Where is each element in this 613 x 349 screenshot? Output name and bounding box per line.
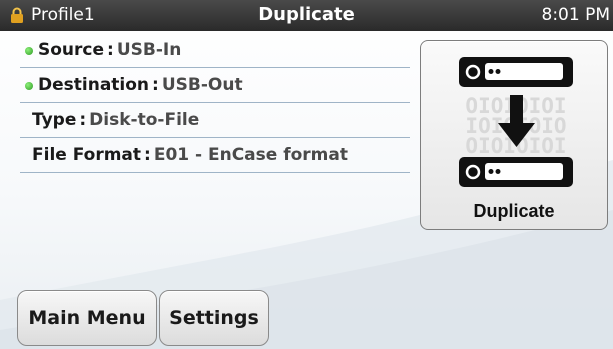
status-ok-icon (25, 82, 33, 90)
file-format-value: E01 - EnCase format (153, 145, 348, 165)
status-ok-icon (25, 47, 33, 55)
type-row: Type: Disk-to-File (20, 104, 410, 138)
type-value: Disk-to-File (89, 110, 200, 130)
type-separator: : (79, 110, 87, 130)
screen-title: Duplicate (258, 4, 355, 25)
file-format-label: File Format (32, 145, 142, 165)
clock: 8:01 PM (541, 5, 611, 25)
source-value: USB-In (116, 40, 182, 60)
main-menu-button[interactable]: Main Menu (17, 290, 157, 346)
type-label: Type (32, 110, 77, 130)
duplicate-button[interactable]: OIOIOIOI IOIOIOIO OIOIOIOI Duplicate (420, 40, 608, 230)
file-format-separator: : (144, 145, 151, 165)
destination-separator: : (152, 75, 159, 95)
settings-button[interactable]: Settings (159, 290, 269, 346)
status-bar: Profile1 Duplicate 8:01 PM (0, 0, 613, 31)
destination-value: USB-Out (161, 75, 243, 95)
disk-duplicate-icon: OIOIOIOI IOIOIOIO OIOIOIOI (459, 57, 573, 187)
duplicate-button-label: Duplicate (473, 201, 555, 221)
device-screen: Profile1 Duplicate 8:01 PM Source: USB-In… (0, 0, 613, 349)
file-format-row: File Format: E01 - EnCase format (20, 139, 410, 173)
source-label: Source (38, 40, 105, 60)
destination-label: Destination (38, 75, 150, 95)
destination-row: Destination: USB-Out (20, 69, 410, 103)
source-separator: : (107, 40, 114, 60)
source-row: Source: USB-In (20, 34, 410, 68)
